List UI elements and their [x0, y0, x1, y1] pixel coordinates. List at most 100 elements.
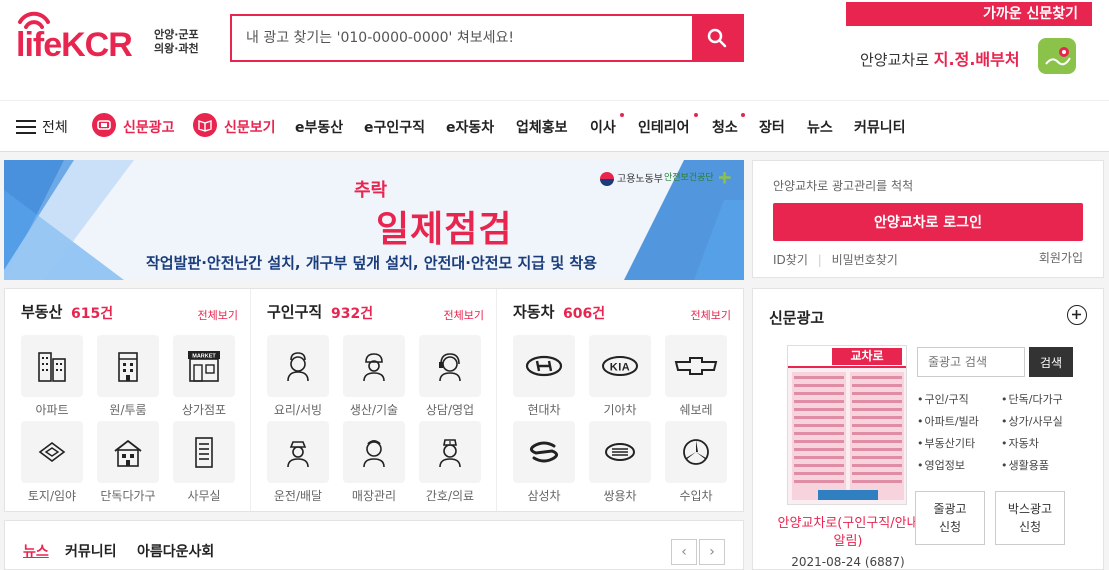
building-icon — [118, 352, 138, 382]
header: lifeKCR 안양·군포 의왕·과천 가까운 신문찾기 안양교차로 지.정.배… — [0, 0, 1109, 100]
store-manager-tile[interactable] — [343, 421, 405, 483]
tab-community[interactable]: 커뮤니티 — [65, 541, 117, 561]
safety-banner[interactable]: 추락 일제점검 작업발판·안전난간 설치, 개구부 덮개 설치, 안전대·안전모… — [4, 160, 744, 280]
hyundai-tile[interactable] — [513, 335, 575, 397]
search-input[interactable] — [232, 16, 694, 60]
tile-label: 기아차 — [603, 403, 637, 417]
chevrolet-tile[interactable] — [665, 335, 727, 397]
land-icon — [38, 442, 66, 462]
link-apartment[interactable]: 아파트/빌라 — [917, 413, 979, 429]
nav-item-interior[interactable]: 인테리어 — [638, 117, 690, 137]
line-ad-apply-button[interactable]: 줄광고 신청 — [915, 491, 985, 545]
nav-all-menu[interactable]: 전체 — [16, 117, 68, 137]
category-jobs: 구인구직 932건 전체보기 요리/서빙 생산/기술 상담/영업 운전/배달 매… — [251, 289, 497, 511]
house-tile[interactable] — [97, 421, 159, 483]
login-hint: 안양교차로 광고관리를 척척 — [773, 179, 914, 193]
kia-tile[interactable]: KIA — [589, 335, 651, 397]
hamburger-icon — [16, 120, 36, 134]
office-tile[interactable] — [173, 421, 235, 483]
classified-search-input[interactable] — [918, 348, 1024, 376]
link-detached-house[interactable]: 단독/다가구 — [1001, 391, 1063, 407]
tab-news[interactable]: 뉴스 — [23, 541, 49, 561]
map-pin-icon — [1038, 38, 1076, 74]
banner-ministry-name: 고용노동부 — [617, 174, 663, 185]
nav-item-e-realestate[interactable]: e부동산 — [295, 117, 343, 137]
link-commercial[interactable]: 상가/사무실 — [1001, 413, 1063, 429]
thumb-title: 교차로 — [832, 348, 902, 365]
nav-item-cleaning[interactable]: 청소 — [712, 117, 738, 137]
search-button[interactable] — [692, 16, 742, 60]
nav-item-newspaper-view[interactable]: 신문보기 — [224, 117, 276, 137]
land-tile[interactable] — [21, 421, 83, 483]
find-password-link[interactable]: 비밀번호찾기 — [832, 253, 898, 267]
classified-search-button[interactable]: 검색 — [1029, 347, 1073, 377]
nearby-newspaper-finder[interactable]: 가까운 신문찾기 안양교차로 지.정.배부처 — [846, 2, 1092, 76]
oneroom-tile[interactable] — [97, 335, 159, 397]
chevrolet-logo-icon — [674, 357, 718, 375]
category-title: 부동산 — [21, 303, 63, 321]
view-all-link[interactable]: 전체보기 — [198, 307, 238, 323]
nav-item-business-promo[interactable]: 업체홍보 — [516, 117, 568, 137]
view-all-link[interactable]: 전체보기 — [691, 307, 731, 323]
market-icon: MARKET — [188, 351, 220, 382]
category-realestate: 부동산 615건 전체보기 아파트 원/투룸 MARKET 상가점포 토지/임야… — [5, 289, 251, 511]
divider: | — [817, 253, 822, 267]
signup-link[interactable]: 회원가입 — [1039, 249, 1083, 266]
site-logo[interactable]: lifeKCR 안양·군포 의왕·과천 — [16, 8, 206, 64]
category-title: 자동차 — [513, 303, 555, 321]
tile-label: 생산/기술 — [349, 403, 399, 417]
imported-car-tile[interactable] — [665, 421, 727, 483]
new-dot — [741, 113, 745, 117]
category-title: 구인구직 — [267, 303, 323, 321]
ssangyong-tile[interactable] — [589, 421, 651, 483]
prev-button[interactable]: ‹ — [671, 539, 697, 565]
nav-item-e-jobs[interactable]: e구인구직 — [364, 117, 425, 137]
newspaper-ad-box: 신문광고 교차로 안양교차로(구인구직/안내알림) 2021-08-24 (68… — [752, 288, 1104, 570]
nav-item-news[interactable]: 뉴스 — [807, 117, 833, 137]
search-icon — [707, 28, 727, 48]
thumb-content — [792, 372, 904, 500]
logo-region: 안양·군포 의왕·과천 — [154, 28, 199, 56]
consulting-tile[interactable] — [419, 335, 481, 397]
box-ad-apply-button[interactable]: 박스광고 신청 — [995, 491, 1065, 545]
tile-label: 삼성차 — [527, 489, 561, 503]
production-tile[interactable] — [343, 335, 405, 397]
find-id-link[interactable]: ID찾기 — [773, 253, 808, 267]
kia-logo-icon: KIA — [602, 356, 638, 376]
nav-item-e-car[interactable]: e자동차 — [446, 117, 494, 137]
tile-label: 원/투룸 — [109, 403, 147, 417]
link-business-info[interactable]: 영업정보 — [917, 457, 965, 473]
nav-item-community[interactable]: 커뮤니티 — [854, 117, 906, 137]
nav-item-moving[interactable]: 이사 — [590, 117, 616, 137]
newspaper-caption[interactable]: 안양교차로(구인구직/안내알림) — [773, 515, 923, 551]
search-bar — [230, 14, 744, 62]
link-household[interactable]: 생활용품 — [1001, 457, 1049, 473]
nursing-tile[interactable] — [419, 421, 481, 483]
delivery-tile[interactable] — [267, 421, 329, 483]
nav-item-market[interactable]: 장터 — [759, 117, 785, 137]
login-button[interactable]: 안양교차로 로그인 — [773, 203, 1083, 241]
new-dot — [694, 113, 698, 117]
cooking-tile[interactable] — [267, 335, 329, 397]
link-jobs[interactable]: 구인/구직 — [917, 391, 969, 407]
link-car[interactable]: 자동차 — [1001, 435, 1039, 451]
tile-label: 간호/의료 — [425, 489, 475, 503]
apartment-tile[interactable] — [21, 335, 83, 397]
link-realestate-etc[interactable]: 부동산기타 — [917, 435, 976, 451]
thumb-header: 교차로 — [788, 346, 906, 368]
chevron-right-icon: › — [709, 544, 715, 560]
tile-label: 쉐보레 — [679, 403, 713, 417]
headset-icon — [439, 353, 461, 382]
newspaper-thumbnail[interactable]: 교차로 — [787, 345, 907, 505]
samsung-car-tile[interactable] — [513, 421, 575, 483]
nav-item-newspaper-ad[interactable]: 신문광고 — [123, 117, 175, 137]
logo-region-line1: 안양·군포 — [154, 28, 199, 41]
storefront-tile[interactable]: MARKET — [173, 335, 235, 397]
view-all-link[interactable]: 전체보기 — [444, 307, 484, 323]
banner-description: 작업발판·안전난간 설치, 개구부 덮개 설치, 안전대·안전모 지급 및 착용 — [146, 254, 597, 272]
next-button[interactable]: › — [699, 539, 725, 565]
tab-beautiful-society[interactable]: 아름다운사회 — [137, 541, 214, 561]
plus-icon[interactable] — [1067, 305, 1087, 325]
nearby-newspaper-tag: 가까운 신문찾기 — [846, 2, 1092, 26]
category-count: 932건 — [331, 306, 374, 322]
